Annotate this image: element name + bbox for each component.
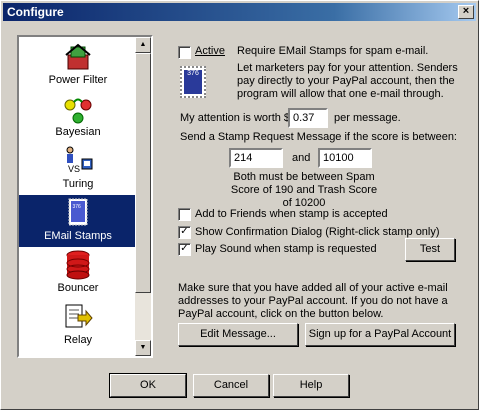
help-button[interactable]: Help (273, 374, 349, 397)
title-bar[interactable]: Configure × (3, 3, 476, 21)
email-stamp-icon: 376 (180, 66, 206, 98)
range-note: Both must be between Spam Score of 190 a… (230, 171, 378, 209)
score-range-text: Send a Stamp Request Message if the scor… (180, 131, 457, 143)
configure-dialog: Configure × Power Filter Bayesian VS Tur… (0, 0, 479, 410)
turing-icon: VS (66, 146, 93, 174)
attention-value-input[interactable]: 0.37 (288, 108, 328, 128)
sidebar-item-relay[interactable]: Relay (19, 299, 137, 351)
score-and-text: and (292, 152, 311, 164)
category-list[interactable]: Power Filter Bayesian VS Turing 376 EMai… (17, 35, 153, 358)
cancel-button[interactable]: Cancel (193, 374, 269, 397)
window-title: Configure (7, 5, 64, 19)
power-filter-icon (65, 43, 91, 70)
add-friends-checkbox[interactable] (178, 208, 191, 221)
bouncer-icon (66, 250, 90, 280)
sidebar-item-label: Bayesian (55, 126, 101, 138)
active-label[interactable]: Active (195, 45, 225, 57)
close-button[interactable]: × (458, 5, 474, 19)
intro-text: Let marketers pay for your attention. Se… (237, 62, 458, 100)
require-text: Require EMail Stamps for spam e-mail. (237, 45, 429, 57)
edit-message-button[interactable]: Edit Message... (178, 323, 298, 346)
relay-icon (65, 304, 93, 328)
sidebar-item-bouncer[interactable]: Bouncer (19, 247, 137, 299)
play-sound-label[interactable]: Play Sound when stamp is requested (195, 243, 377, 255)
add-friends-label[interactable]: Add to Friends when stamp is accepted (195, 208, 388, 220)
active-checkbox[interactable] (178, 46, 191, 59)
score-high-input[interactable]: 10100 (318, 148, 372, 168)
show-confirm-checkbox[interactable]: ✓ (178, 226, 191, 239)
turing-vs-text: VS (68, 164, 80, 174)
paypal-note: Make sure that you have added all of you… (178, 282, 448, 320)
stamp-value-text: 376 (73, 204, 82, 210)
test-button[interactable]: Test (405, 238, 455, 261)
stamp-value-text: 376 (184, 70, 202, 94)
sidebar-item-turing[interactable]: VS Turing (19, 143, 137, 195)
ok-button[interactable]: OK (109, 373, 187, 398)
attention-suffix: per message. (334, 112, 401, 124)
attention-prefix: My attention is worth $ (180, 112, 291, 124)
bayesian-icon (64, 98, 92, 124)
show-confirm-label[interactable]: Show Confirmation Dialog (Right-click st… (195, 226, 440, 238)
play-sound-checkbox[interactable]: ✓ (178, 243, 191, 256)
sidebar-item-bayesian[interactable]: Bayesian (19, 91, 137, 143)
sidebar-item-label: Relay (63, 334, 93, 346)
email-stamp-icon: 376 (68, 198, 88, 226)
scroll-thumb[interactable] (135, 53, 151, 293)
scroll-up-button[interactable]: ▲ (135, 37, 151, 53)
sidebar-scrollbar[interactable]: ▲ ▼ (135, 37, 151, 356)
paypal-signup-button[interactable]: Sign up for a PayPal Account (305, 323, 455, 346)
sidebar-item-power-filter[interactable]: Power Filter (19, 39, 137, 91)
sidebar-item-label: EMail Stamps (44, 230, 112, 242)
sidebar-item-label: Turing (62, 178, 94, 190)
score-low-input[interactable]: 214 (229, 148, 283, 168)
scroll-down-button[interactable]: ▼ (135, 340, 151, 356)
sidebar-item-label: Bouncer (57, 282, 99, 294)
sidebar-item-email-stamps[interactable]: 376 EMail Stamps (19, 195, 137, 247)
sidebar-item-label: Power Filter (48, 74, 108, 86)
